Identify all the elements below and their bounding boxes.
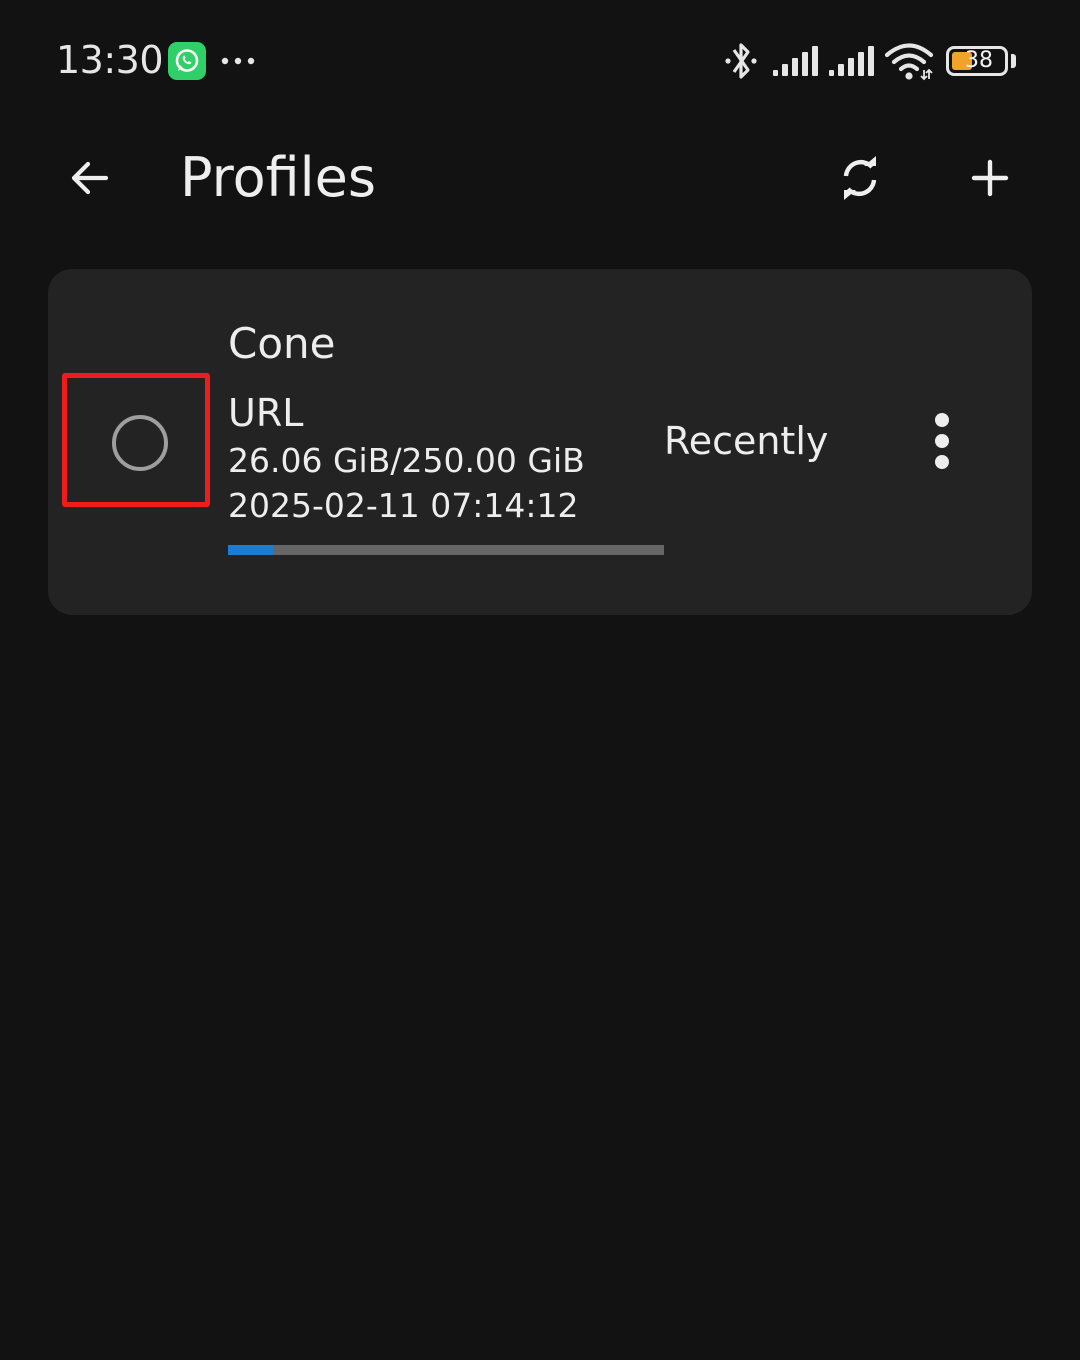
status-time: 13:30 (56, 38, 164, 82)
profile-expire-date: 2025-02-11 07:14:12 (228, 486, 579, 525)
battery-icon: 38 (946, 46, 1008, 76)
profile-type: URL (228, 391, 304, 435)
battery-tip (1011, 54, 1016, 68)
signal-icon (829, 46, 874, 76)
profile-updated: Recently (664, 419, 829, 463)
refresh-button[interactable] (828, 146, 892, 210)
bluetooth-icon (725, 43, 757, 79)
profile-card[interactable]: Cone URL 26.06 GiB/250.00 GiB 2025-02-11… (48, 269, 1032, 615)
overflow-menu-button[interactable] (910, 403, 974, 479)
usage-progress-bar (228, 545, 664, 555)
status-bar: 13:30 38 (0, 0, 1080, 120)
arrow-left-icon (71, 161, 109, 195)
more-vert-icon (935, 413, 949, 469)
more-dots-icon (221, 57, 255, 65)
battery-level: 38 (965, 48, 993, 73)
back-button[interactable] (58, 146, 122, 210)
add-button[interactable] (958, 146, 1022, 210)
profile-radio-button[interactable] (112, 415, 168, 471)
profile-name: Cone (228, 319, 336, 368)
profile-usage: 26.06 GiB/250.00 GiB (228, 441, 585, 480)
signal-icon (773, 46, 818, 76)
usage-progress-fill (228, 545, 274, 555)
refresh-icon (843, 156, 877, 200)
wifi-icon (884, 43, 934, 81)
whatsapp-icon (168, 42, 206, 80)
plus-icon (971, 159, 1009, 197)
page-title: Profiles (180, 146, 377, 209)
app-bar: Profiles (0, 120, 1080, 240)
